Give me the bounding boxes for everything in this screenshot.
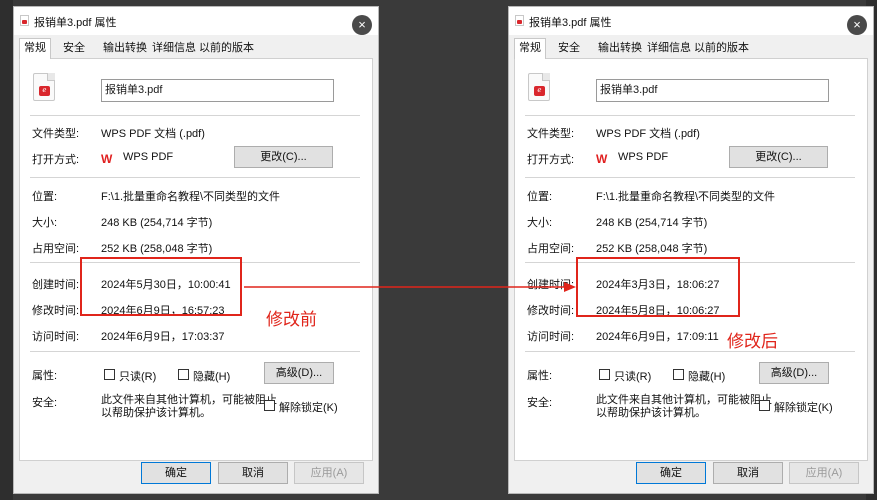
tab-general[interactable]: 常规 bbox=[19, 38, 51, 59]
comparison-arrow bbox=[244, 282, 576, 292]
tab-general[interactable]: 常规 bbox=[514, 38, 546, 59]
arrow-head bbox=[564, 282, 576, 292]
